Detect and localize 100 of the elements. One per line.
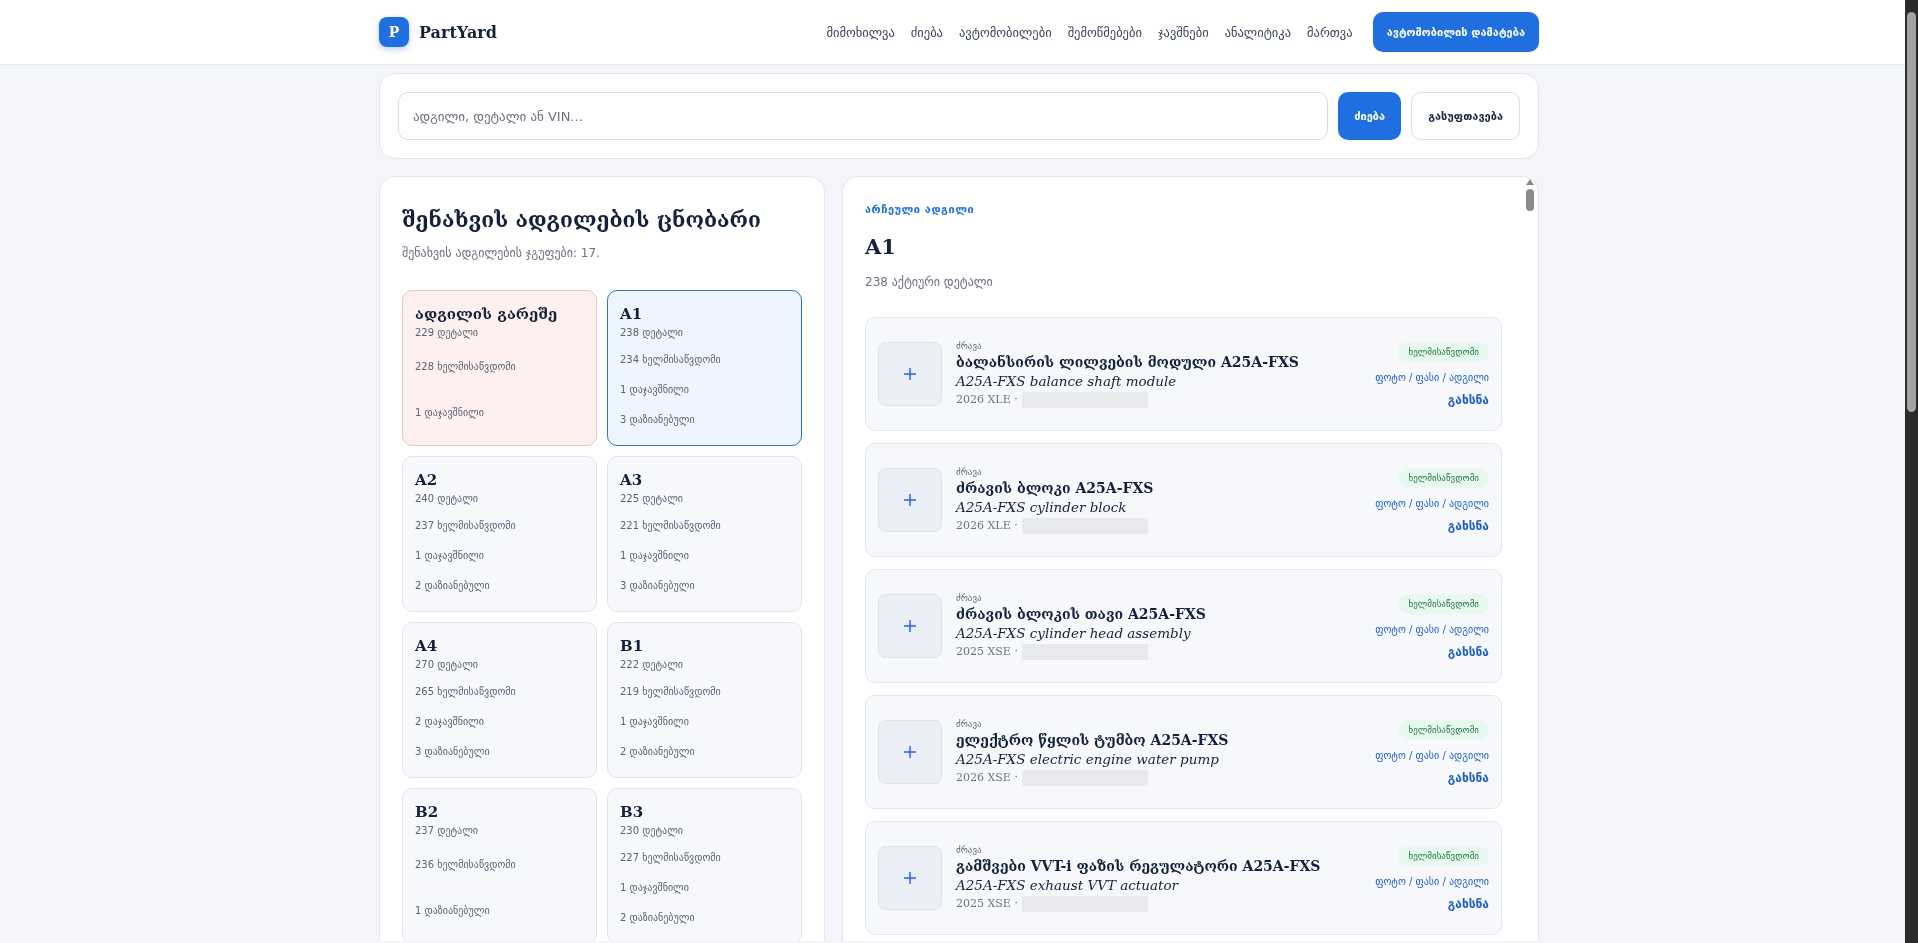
status-count: 1 დაჯავშნილი <box>620 716 690 727</box>
location-name: ადგილის გარეშე <box>415 305 559 323</box>
details-link[interactable]: ფოტო / ფასი / ადგილი <box>1375 371 1489 383</box>
open-link[interactable]: გახსნა <box>1447 518 1489 533</box>
part-category: ძრავა <box>956 340 983 351</box>
location-card[interactable]: A1 238 დეტალი 234 ხელმისაწვდომი 1 დაჯავშნილი 3 დაზიანებული <box>607 290 802 446</box>
part-count: 222 დეტალი <box>620 659 684 670</box>
details-link[interactable]: ფოტო / ფასი / ადგილი <box>1375 875 1489 887</box>
vehicle-trim: 2026 XLE · <box>956 519 1018 532</box>
part-category: ძრავა <box>956 466 983 477</box>
plus-icon <box>903 745 917 759</box>
part-category: ძრავა <box>956 592 983 603</box>
panel-title: შენახვის ადგილების ცნობარი <box>402 207 762 232</box>
status-count: 3 დაზიანებული <box>415 746 491 758</box>
open-link[interactable]: გახსნა <box>1447 770 1489 785</box>
photo-placeholder[interactable] <box>878 468 942 532</box>
part-count: 270 დეტალი <box>415 659 479 670</box>
location-card[interactable]: B3 230 დეტალი 227 ხელმისაწვდომი 1 დაჯავშნილი 2 დაზიანებული <box>607 788 802 941</box>
nav-link[interactable]: შემოწმებები <box>1067 24 1142 40</box>
part-title: გამშვები VVT-i ფაზის რეგულატორი A25A-FXS <box>956 857 1322 874</box>
part-subtitle: A25A-FXS electric engine water pump <box>956 750 1220 767</box>
photo-placeholder[interactable] <box>878 342 942 406</box>
part-count: 238 დეტალი <box>620 327 684 338</box>
status-count: 236 ხელმისაწვდომი <box>415 859 517 871</box>
status-count: 1 დაჯავშნილი <box>620 882 690 893</box>
details-link[interactable]: ფოტო / ფასი / ადგილი <box>1375 749 1489 761</box>
status-badge: ხელმისაწვდომი <box>1398 593 1489 614</box>
status-count: 1 დაჯავშნილი <box>415 550 485 561</box>
plus-icon <box>903 619 917 633</box>
nav-link[interactable]: ავტომობილები <box>958 24 1052 40</box>
plus-icon <box>903 367 917 381</box>
status-badge: ხელმისაწვდომი <box>1398 341 1489 362</box>
vehicle-trim: 2026 XSE · <box>956 771 1018 784</box>
photo-placeholder[interactable] <box>878 846 942 910</box>
open-link[interactable]: გახსნა <box>1447 644 1489 659</box>
panel-subtitle: შენახვის ადგილების ჯგუფები: 17. <box>402 246 601 260</box>
status-count: 221 ხელმისაწვდომი <box>620 519 722 531</box>
vehicle-trim: 2025 XSE · <box>956 645 1018 658</box>
part-category: ძრავა <box>956 844 983 855</box>
location-name: A4 <box>415 637 439 655</box>
part-count: 240 დეტალი <box>415 493 479 504</box>
plus-icon <box>903 871 917 885</box>
status-count: 2 დაზიანებული <box>415 580 491 592</box>
part-subtitle: A25A-FXS cylinder head assembly <box>956 624 1192 641</box>
logo-icon[interactable]: P <box>379 17 409 47</box>
status-count: 1 დაჯავშნილი <box>620 550 690 561</box>
vehicle-trim: 2026 XLE · <box>956 393 1018 406</box>
status-count: 2 დაზიანებული <box>620 912 696 924</box>
location-card[interactable]: B1 222 დეტალი 219 ხელმისაწვდომი 1 დაჯავშნილი 2 დაზიანებული <box>607 622 802 778</box>
nav-link[interactable]: მართვა <box>1307 24 1353 40</box>
location-name: B1 <box>620 637 645 655</box>
location-title: A1 <box>865 234 897 259</box>
status-badge: ხელმისაწვდომი <box>1398 719 1489 740</box>
part-title: ელექტრო წყლის ტუმბო A25A-FXS <box>956 731 1230 748</box>
active-count: 238 აქტიური დეტალი <box>865 275 994 289</box>
part-count: 237 დეტალი <box>415 825 479 836</box>
status-count: 1 დაჯავშნილი <box>620 384 690 395</box>
status-count: 2 დაჯავშნილი <box>415 716 485 727</box>
status-count: 265 ხელმისაწვდომი <box>415 685 517 697</box>
details-link[interactable]: ფოტო / ფასი / ადგილი <box>1375 623 1489 635</box>
status-count: 237 ხელმისაწვდომი <box>415 519 517 531</box>
location-card[interactable]: A2 240 დეტალი 237 ხელმისაწვდომი 1 დაჯავშნილი 2 დაზიანებული <box>402 456 597 612</box>
location-card[interactable]: ადგილის გარეშე 229 დეტალი 228 ხელმისაწვდომი 1 დაჯავშნილი <box>402 290 597 446</box>
part-title: ძრავის ბლოკის თავი A25A-FXS <box>956 605 1207 622</box>
nav-link[interactable]: მიმოხილვა <box>826 24 895 40</box>
photo-placeholder[interactable] <box>878 594 942 658</box>
part-count: 225 დეტალი <box>620 493 684 504</box>
open-link[interactable]: გახსნა <box>1447 392 1489 407</box>
nav-link[interactable]: ძიება <box>910 24 943 40</box>
clear-button[interactable]: გასუფთავება <box>1411 92 1520 140</box>
part-subtitle: A25A-FXS cylinder block <box>956 498 1128 515</box>
status-count: 228 ხელმისაწვდომი <box>415 361 517 373</box>
status-badge: ხელმისაწვდომი <box>1398 467 1489 488</box>
location-card[interactable]: B2 237 დეტალი 236 ხელმისაწვდომი 1 დაზიანებული <box>402 788 597 941</box>
vehicle-trim: 2025 XSE · <box>956 897 1018 910</box>
location-name: B3 <box>620 803 645 821</box>
status-count: 227 ხელმისაწვდომი <box>620 851 722 863</box>
status-count: 1 დაზიანებული <box>415 904 491 916</box>
part-title: ბალანსირის ლილვების მოდული A25A-FXS <box>956 353 1300 370</box>
add-vehicle-button[interactable]: ავტომობილის დამატება <box>1372 12 1539 52</box>
search-button[interactable]: ძიება <box>1338 92 1402 140</box>
photo-placeholder[interactable] <box>878 720 942 784</box>
details-link[interactable]: ფოტო / ფასი / ადგილი <box>1375 497 1489 509</box>
status-count: 2 დაზიანებული <box>620 746 696 758</box>
status-count: 1 დაჯავშნილი <box>415 406 485 418</box>
nav-link[interactable]: ჯავშნები <box>1157 24 1209 40</box>
search-field[interactable]: ადგილი, დეტალი ან VIN... <box>398 92 1329 140</box>
nav-link[interactable]: ანალიტიკა <box>1224 24 1292 40</box>
location-name: B2 <box>415 803 440 821</box>
part-title: ძრავის ბლოკი A25A-FXS <box>956 479 1155 496</box>
location-card[interactable]: A3 225 დეტალი 221 ხელმისაწვდომი 1 დაჯავშნილი 3 დაზიანებული <box>607 456 802 612</box>
page-scrollbar[interactable] <box>1905 0 1918 943</box>
brand-name[interactable]: PartYard <box>419 22 497 42</box>
part-category: ძრავა <box>956 718 983 729</box>
part-subtitle: A25A-FXS exhaust VVT actuator <box>956 876 1180 893</box>
status-count: 234 ხელმისაწვდომი <box>620 353 722 365</box>
status-count: 3 დაზიანებული <box>620 580 696 592</box>
location-name: A3 <box>620 471 644 489</box>
open-link[interactable]: გახსნა <box>1447 896 1489 911</box>
location-card[interactable]: A4 270 დეტალი 265 ხელმისაწვდომი 2 დაჯავშნილი 3 დაზიანებული <box>402 622 597 778</box>
